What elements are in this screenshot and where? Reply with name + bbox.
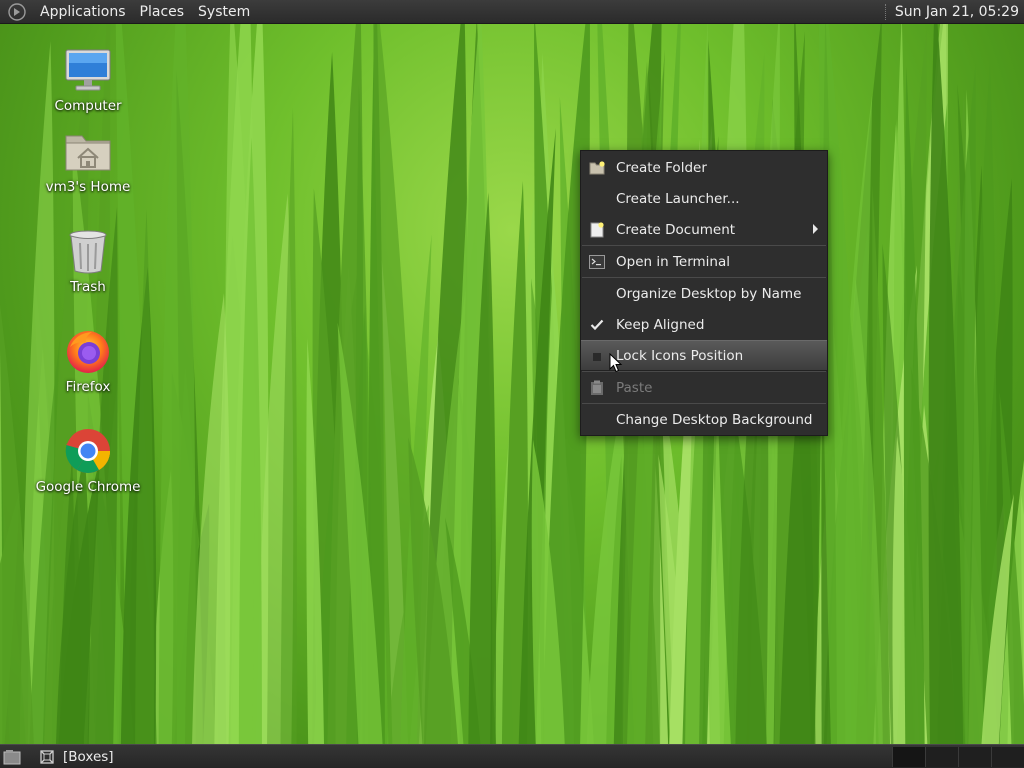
menu-item-label: Change Desktop Background — [616, 411, 813, 428]
menu-item-label: Paste — [616, 379, 653, 396]
trash-icon — [62, 225, 114, 277]
desktop-icon-label: Trash — [70, 279, 106, 295]
chrome-icon — [62, 425, 114, 477]
desktop-context-menu: Create Folder Create Launcher... Create … — [580, 150, 828, 436]
menu-item-keep-aligned[interactable]: Keep Aligned — [581, 309, 827, 340]
terminal-icon — [589, 254, 605, 270]
workspace-4[interactable] — [991, 747, 1024, 767]
bottom-panel: [Boxes] — [0, 744, 1024, 768]
menu-item-label: Lock Icons Position — [616, 347, 744, 364]
grass-wallpaper-image — [0, 0, 1024, 768]
desktop-icon-firefox[interactable]: Firefox — [33, 325, 143, 395]
boxes-window-icon — [40, 749, 54, 764]
menu-item-label: Create Launcher... — [616, 190, 740, 207]
taskbar-button-boxes[interactable]: [Boxes] — [35, 746, 225, 768]
desktop-icon-label: vm3's Home — [45, 179, 131, 195]
menu-item-label: Keep Aligned — [616, 316, 705, 333]
checkmark-icon — [589, 317, 605, 333]
menu-item-create-launcher[interactable]: Create Launcher... — [581, 183, 827, 214]
firefox-icon — [62, 325, 114, 377]
computer-icon — [62, 44, 114, 96]
desktop-icon-label: Computer — [54, 98, 122, 114]
panel-separator — [884, 4, 887, 20]
unchecked-box-icon — [589, 349, 605, 365]
workspace-3[interactable] — [958, 747, 991, 767]
menu-item-create-folder[interactable]: Create Folder — [581, 152, 827, 183]
menu-item-paste[interactable]: Paste — [581, 372, 827, 403]
show-desktop-button[interactable] — [1, 746, 23, 768]
top-panel: Applications Places System Sun Jan 21, 0… — [0, 0, 1024, 24]
menu-item-organize-by-name[interactable]: Organize Desktop by Name — [581, 278, 827, 309]
taskbar-button-label: [Boxes] — [63, 748, 114, 765]
workspace-switcher — [892, 747, 1024, 767]
show-desktop-icon — [3, 749, 21, 764]
desktop-icon-home[interactable]: vm3's Home — [33, 125, 143, 195]
menu-item-create-document[interactable]: Create Document — [581, 214, 827, 245]
workspace-1[interactable] — [892, 747, 925, 767]
menu-item-label: Open in Terminal — [616, 253, 730, 270]
distro-logo-icon[interactable] — [7, 2, 27, 22]
workspace-2[interactable] — [925, 747, 958, 767]
desktop-icon-chrome[interactable]: Google Chrome — [33, 425, 143, 495]
mouse-pointer-icon — [609, 353, 623, 373]
places-menu[interactable]: Places — [133, 0, 192, 24]
menu-item-label: Organize Desktop by Name — [616, 285, 802, 302]
desktop-icon-label: Firefox — [65, 379, 111, 395]
menu-item-change-background[interactable]: Change Desktop Background — [581, 404, 827, 435]
menu-item-open-terminal[interactable]: Open in Terminal — [581, 246, 827, 277]
applications-menu[interactable]: Applications — [33, 0, 133, 24]
desktop-icon-trash[interactable]: Trash — [33, 225, 143, 295]
menu-item-label: Create Folder — [616, 159, 707, 176]
system-menu[interactable]: System — [191, 0, 257, 24]
document-new-icon — [589, 222, 605, 238]
desktop-icon-label: Google Chrome — [35, 479, 141, 495]
desktop-icon-computer[interactable]: Computer — [33, 44, 143, 114]
desktop-wallpaper[interactable] — [0, 0, 1024, 768]
folder-new-icon — [589, 160, 605, 176]
submenu-arrow-icon — [813, 224, 818, 234]
paste-icon — [589, 380, 605, 396]
clock[interactable]: Sun Jan 21, 05:29 — [895, 4, 1024, 20]
home-folder-icon — [62, 125, 114, 177]
menu-item-label: Create Document — [616, 221, 736, 238]
